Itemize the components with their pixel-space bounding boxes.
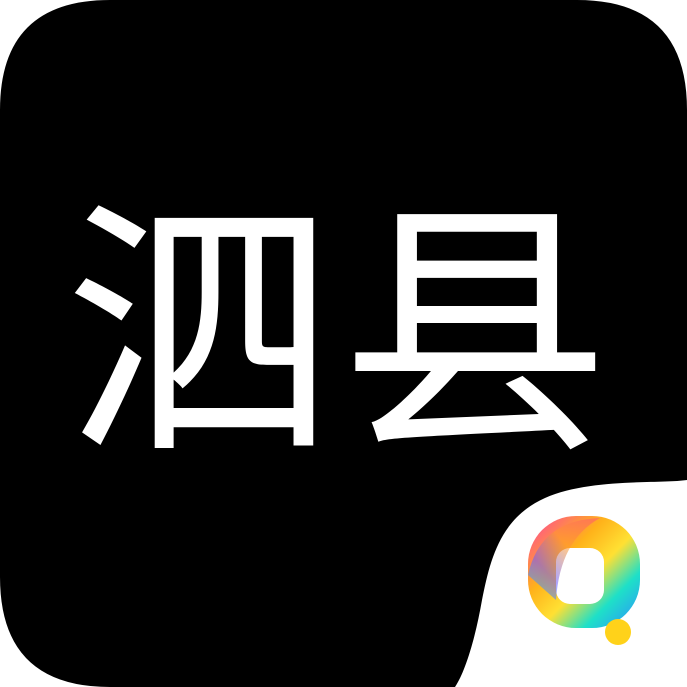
q-logo-icon <box>528 516 640 645</box>
app-icon-title: 泗县 <box>64 177 616 492</box>
app-icon-canvas: 泗县 <box>0 0 687 687</box>
